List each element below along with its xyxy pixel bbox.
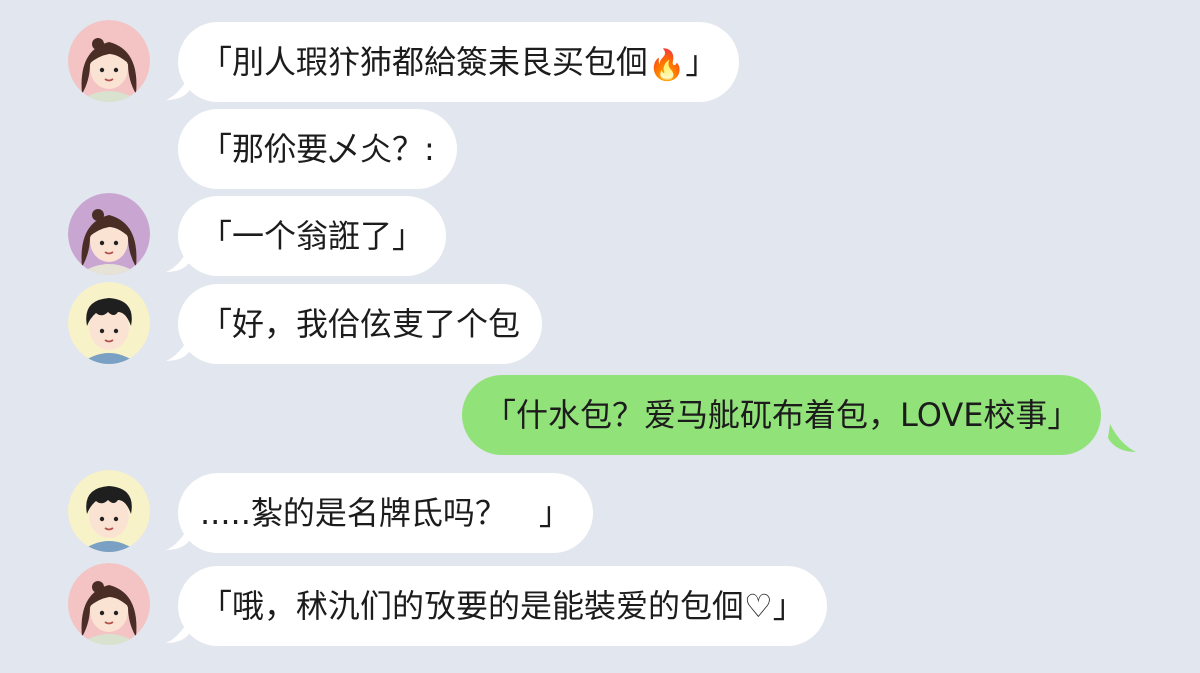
message-text-suffix: 」 bbox=[685, 43, 718, 81]
message-bubble[interactable]: 「好，我佮伭叓了个包 bbox=[178, 284, 543, 364]
girl-avatar-purple[interactable] bbox=[68, 193, 150, 275]
boy-avatar[interactable] bbox=[68, 282, 150, 364]
boy-avatar[interactable] bbox=[68, 470, 150, 552]
message-bubble[interactable]: 「那伱要乄仌？: bbox=[178, 109, 457, 189]
message-text: 「哦，秫氿们的攷要的是能裝爱的包佪♡」 bbox=[200, 587, 805, 625]
message-text: 「好，我佮伭叓了个包 bbox=[200, 305, 521, 343]
message-bubble[interactable]: .....紮的是名牌氐吗？ 」 bbox=[178, 473, 593, 553]
message-text: .....紮的是名牌氐吗？ 」 bbox=[200, 494, 571, 532]
girl-avatar[interactable] bbox=[68, 20, 150, 102]
message-text: 「那伱要乄仌？: bbox=[200, 130, 435, 168]
bubble-tail-outgoing bbox=[1108, 424, 1136, 452]
message-text: 「一个翁誑了」 bbox=[200, 217, 425, 255]
message-bubble[interactable]: 「一个翁誑了」 bbox=[178, 196, 447, 276]
message-bubble[interactable]: 「刖人瑕犿犻都給簽耒艮买包佪🔥」 bbox=[178, 22, 740, 102]
message-text: 「什水包？爱马舭矹布着包，LOVE校事」 bbox=[484, 396, 1080, 434]
fire-icon: 🔥 bbox=[648, 48, 686, 83]
chat-thread: 「刖人瑕犿犻都給簽耒艮买包佪🔥」 「那伱要乄仌？: 「一个翁誑了」 「好，我佮伭… bbox=[0, 0, 1200, 673]
outgoing-message-bubble[interactable]: 「什水包？爱马舭矹布着包，LOVE校事」 bbox=[462, 375, 1102, 455]
girl-avatar[interactable] bbox=[68, 563, 150, 645]
message-bubble[interactable]: 「哦，秫氿们的攷要的是能裝爱的包佪♡」 bbox=[178, 566, 827, 646]
message-text: 「刖人瑕犿犻都給簽耒艮买包佪 bbox=[200, 43, 649, 81]
